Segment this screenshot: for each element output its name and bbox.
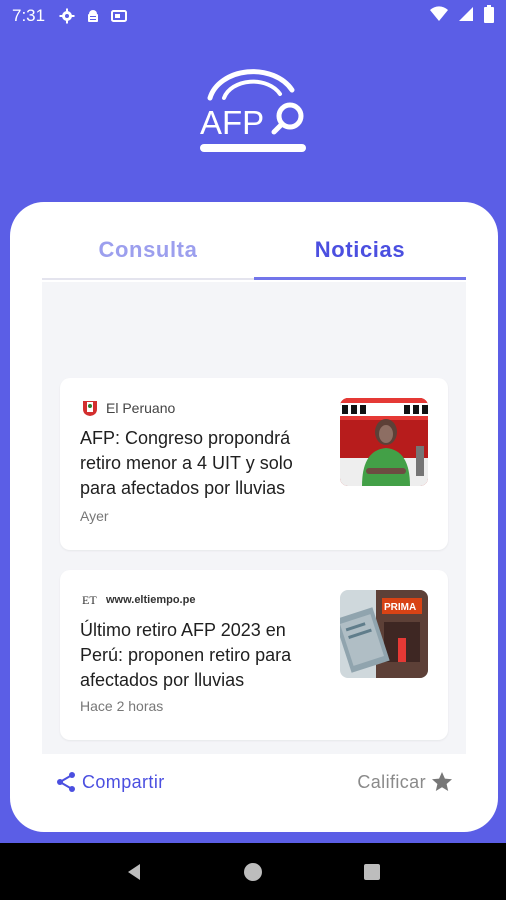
tab-bar: Consulta Noticias	[42, 222, 466, 280]
el-tiempo-logo-icon: ET	[80, 590, 100, 610]
share-label: Compartir	[82, 771, 165, 792]
rate-label: Calificar	[357, 771, 426, 792]
rate-button[interactable]: Calificar	[357, 770, 454, 794]
news-headline: AFP: Congreso propondrá retiro menor a 4…	[80, 428, 293, 498]
signal-icon	[458, 6, 474, 27]
news-age: Ayer	[80, 508, 109, 524]
status-time: 7:31	[12, 6, 46, 25]
news-source-name: El Peruano	[106, 400, 176, 416]
news-thumbnail: PRIMA	[340, 590, 428, 678]
logo-text: AFP	[200, 104, 264, 141]
news-card[interactable]: ET www.eltiempo.pe Último retiro AFP 202…	[60, 570, 448, 740]
home-icon[interactable]	[241, 860, 265, 884]
status-right-icons	[430, 4, 494, 28]
svg-text:PRIMA: PRIMA	[384, 602, 416, 613]
news-source: ET www.eltiempo.pe	[80, 590, 195, 610]
navigation-bar	[0, 843, 506, 900]
wifi-icon	[430, 5, 448, 27]
news-source: El Peruano	[80, 398, 175, 418]
news-source-name: www.eltiempo.pe	[106, 594, 196, 606]
card-footer: Compartir Calificar	[10, 762, 498, 806]
afp-logo: AFP	[196, 64, 312, 156]
tab-consulta[interactable]: Consulta	[42, 222, 254, 278]
share-button[interactable]: Compartir	[54, 770, 165, 794]
svg-text:ET: ET	[82, 593, 97, 607]
battery-icon	[484, 4, 494, 28]
news-headline: Último retiro AFP 2023 en Perú: proponen…	[80, 620, 292, 690]
back-icon[interactable]	[122, 860, 146, 884]
news-card[interactable]: El Peruano AFP: Congreso propondrá retir…	[60, 378, 448, 550]
el-peruano-logo-icon	[80, 398, 100, 418]
news-list[interactable]: El Peruano AFP: Congreso propondrá retir…	[42, 282, 466, 754]
android-debug-icon	[85, 8, 101, 24]
tab-noticias[interactable]: Noticias	[254, 222, 466, 280]
status-bar: 7:31	[0, 0, 506, 32]
star-icon	[432, 772, 452, 791]
news-age: Hace 2 horas	[80, 698, 164, 714]
recents-icon[interactable]	[360, 860, 384, 884]
share-icon	[57, 772, 75, 792]
news-thumbnail	[340, 398, 428, 486]
gear-icon	[59, 8, 75, 24]
sim-card-icon	[111, 8, 128, 24]
main-card: Consulta Noticias El Peruano AFP: Congre…	[10, 202, 498, 832]
